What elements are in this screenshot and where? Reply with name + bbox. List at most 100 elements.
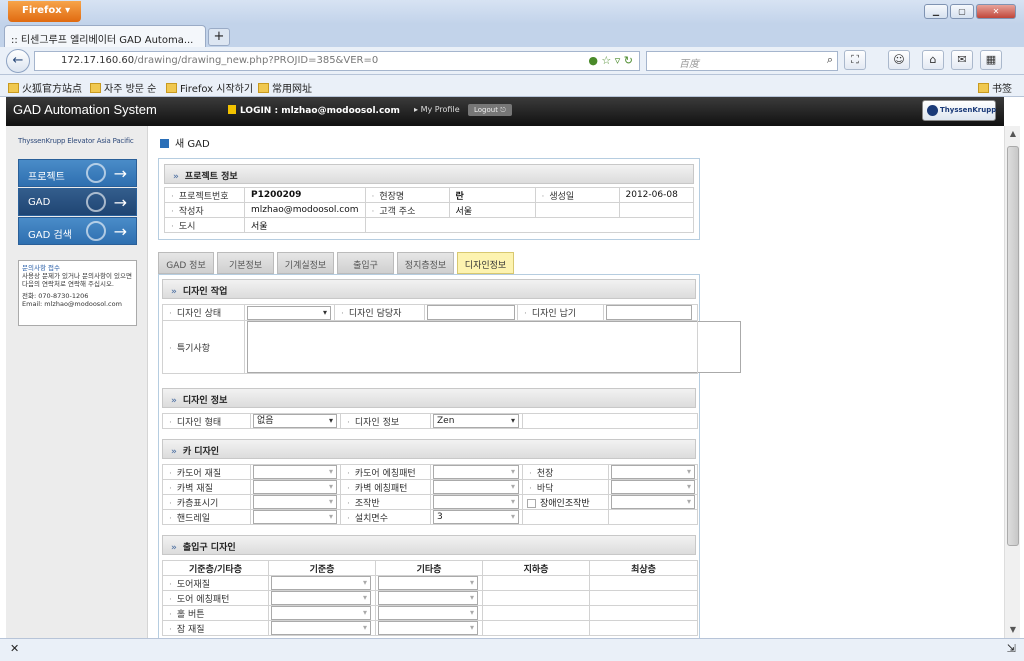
magnifier-icon <box>86 221 106 241</box>
close-addon-bar-icon[interactable]: ✕ <box>10 642 19 655</box>
contact-body: 사용상 문제가 있거나 문의사항이 있으면 다음의 연락처로 연락해 주십시오. <box>22 272 132 288</box>
disabled-panel-label: 장애인조작반 <box>540 498 590 509</box>
notes-label: 특기사항 <box>162 320 245 374</box>
table-row: 잠 재질 <box>162 620 698 636</box>
ceiling-select[interactable] <box>611 465 695 479</box>
column-header: 기준층 <box>268 560 376 576</box>
maximize-icon[interactable]: ▢ <box>950 4 974 19</box>
tab-basic-info[interactable]: 기본정보 <box>217 252 274 274</box>
car-design-table: 카도어 재질 카도어 에칭패턴 천장 카벽 재질 카벽 에칭패턴 바닥 카층표시… <box>162 464 698 525</box>
search-input[interactable]: 百度 ⌕ <box>646 51 838 71</box>
scroll-down-icon[interactable]: ▼ <box>1005 622 1021 638</box>
bookmark-item[interactable]: 常用网址 <box>258 80 312 95</box>
tab-design-info[interactable]: 디자인정보 <box>457 252 514 274</box>
gear-icon <box>86 163 106 183</box>
browser-tab[interactable]: :: 티센그루프 엘리베이터 GAD Automa... <box>4 25 206 47</box>
project-no-label: 프로젝트번호 <box>164 187 245 203</box>
minimize-icon[interactable]: ▁ <box>924 4 948 19</box>
cursor-icon <box>86 192 106 212</box>
design-type-label: 디자인 형태 <box>162 413 251 429</box>
car-wall-material-select[interactable] <box>253 480 337 494</box>
design-type-select[interactable]: 없음 <box>253 414 337 428</box>
bookmark-item[interactable]: 火狐官方站点 <box>8 80 82 95</box>
hall-button-base-select[interactable] <box>271 606 371 620</box>
door-material-base-select[interactable] <box>271 576 371 590</box>
column-header: 기타층 <box>375 560 483 576</box>
home-icon[interactable]: ⌂ <box>922 50 944 70</box>
web-developer-icon[interactable]: ⛶ <box>844 50 866 70</box>
inbox-icon[interactable]: ✉ <box>951 50 973 70</box>
jamb-material-base-select[interactable] <box>271 621 371 635</box>
bookmark-item[interactable]: Firefox 시작하기 <box>166 80 253 95</box>
contact-email: Email: mlzhao@modoosol.com <box>22 300 122 308</box>
jamb-material-other-select[interactable] <box>378 621 478 635</box>
url-bar[interactable]: 172.17.160.60/drawing/drawing_new.php?PR… <box>34 51 640 71</box>
client-address-value: 서울 <box>448 202 536 218</box>
logout-button[interactable]: Logout ⎋ <box>468 104 512 116</box>
my-profile-link[interactable]: ▸ My Profile <box>414 105 460 114</box>
design-info-select[interactable]: Zen <box>433 414 519 428</box>
section-heading: » 카 디자인 <box>162 439 696 459</box>
handrail-select[interactable] <box>253 510 337 524</box>
search-icon[interactable]: ⌕ <box>827 53 833 67</box>
design-info-table: 디자인 형태 없음 디자인 정보 Zen <box>162 413 698 429</box>
apps-icon[interactable]: ▦ <box>980 50 1002 70</box>
project-info-panel: »프로젝트 정보 프로젝트번호 P1200209 현장명 란 생성일 2012-… <box>158 158 700 240</box>
door-etch-other-select[interactable] <box>378 591 478 605</box>
close-icon[interactable]: ✕ <box>976 4 1016 19</box>
company-name: ThyssenKrupp Elevator Asia Pacific <box>18 137 134 145</box>
bookmarks-menu[interactable]: 书签 <box>978 80 1012 95</box>
car-door-etch-label: 카도어 에칭패턴 <box>340 464 431 480</box>
arrow-right-icon: → <box>113 164 127 183</box>
scroll-up-icon[interactable]: ▲ <box>1005 126 1021 142</box>
scroll-thumb[interactable] <box>1007 146 1019 546</box>
car-door-material-select[interactable] <box>253 465 337 479</box>
folder-icon <box>258 83 269 93</box>
site-header: GAD Automation System LOGIN : mlzhao@mod… <box>6 97 1004 126</box>
new-tab-button[interactable]: + <box>208 28 230 46</box>
firefox-menu-button[interactable]: Firefox ▾ <box>8 1 81 22</box>
bookmarks-toolbar: 火狐官方站点 자주 방문 순 Firefox 시작하기 常用网址 书签 <box>0 75 1024 97</box>
disabled-panel-select[interactable] <box>611 495 695 509</box>
page-scrollbar[interactable]: ▲ ▼ <box>1004 126 1020 638</box>
sidebar-item-gad[interactable]: GAD → <box>18 188 137 216</box>
addon-icon[interactable]: ☺ <box>888 50 910 70</box>
floor-select[interactable] <box>611 480 695 494</box>
status-bar: ✕ ⇲ <box>0 638 1024 661</box>
go-icon[interactable]: ● ☆ ▿ ↻ <box>588 54 633 67</box>
ceiling-label: 천장 <box>522 464 609 480</box>
hall-button-other-select[interactable] <box>378 606 478 620</box>
design-status-label: 디자인 상태 <box>162 304 245 321</box>
car-indicator-select[interactable] <box>253 495 337 509</box>
door-etch-base-select[interactable] <box>271 591 371 605</box>
notes-textarea[interactable] <box>247 321 741 373</box>
install-sides-select[interactable]: 3 <box>433 510 519 524</box>
control-panel-select[interactable] <box>433 495 519 509</box>
resize-grip-icon[interactable]: ⇲ <box>1007 642 1016 655</box>
tab-entrance[interactable]: 출입구 <box>337 252 394 274</box>
tab-stop-floor[interactable]: 정지층정보 <box>397 252 454 274</box>
design-status-select[interactable] <box>247 305 331 320</box>
sidebar-item-project[interactable]: 프로젝트 → <box>18 159 137 187</box>
tab-machine-room[interactable]: 기계실정보 <box>277 252 334 274</box>
tab-bar: :: 티센그루프 엘리베이터 GAD Automa... + <box>0 24 1024 47</box>
client-address-label: 고객 주소 <box>364 202 450 218</box>
back-button[interactable]: ← <box>6 49 30 73</box>
car-door-etch-select[interactable] <box>433 465 519 479</box>
author-value: mlzhao@modoosol.com <box>244 202 366 218</box>
site-label: 현장명 <box>364 187 450 203</box>
disabled-panel-checkbox[interactable] <box>527 498 536 508</box>
site-title: GAD Automation System <box>13 102 157 117</box>
sidebar-item-gad-search[interactable]: GAD 검색 → <box>18 217 137 245</box>
car-wall-etch-select[interactable] <box>433 480 519 494</box>
tab-gad-info[interactable]: GAD 정보 <box>158 252 214 274</box>
navigation-toolbar: ← 172.17.160.60/drawing/drawing_new.php?… <box>0 47 1024 75</box>
door-material-other-select[interactable] <box>378 576 478 590</box>
bookmark-item[interactable]: 자주 방문 순 <box>90 80 156 95</box>
main-content: 새 GAD »프로젝트 정보 프로젝트번호 P1200209 현장명 란 생성일… <box>148 126 1004 638</box>
car-wall-etch-label: 카벽 에칭패턴 <box>340 479 431 495</box>
design-owner-input[interactable] <box>427 305 515 320</box>
design-owner-label: 디자인 담당자 <box>334 304 425 321</box>
design-due-input[interactable] <box>606 305 692 320</box>
contact-phone: 전화: 070-8730-1206 <box>22 292 89 300</box>
